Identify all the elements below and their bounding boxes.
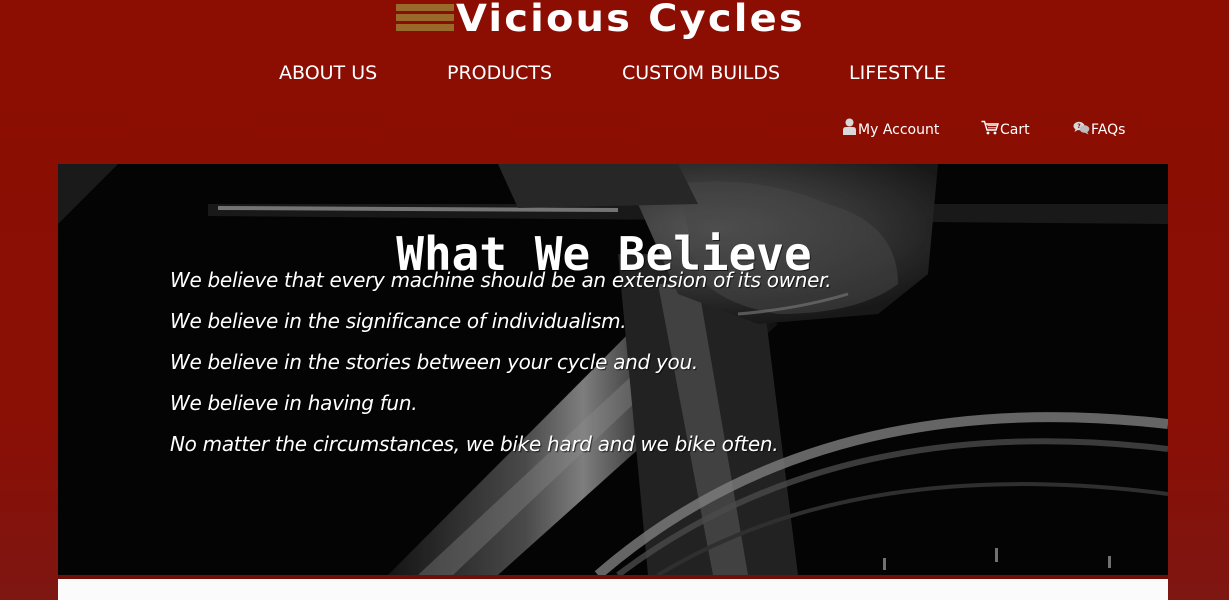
nav-about-us[interactable]: ABOUT US [279, 62, 377, 84]
my-account-link[interactable]: My Account [842, 118, 939, 138]
cart-label: Cart [1000, 122, 1030, 138]
chat-bubbles-icon: ? [1073, 121, 1090, 135]
hero-banner: What We Believe We believe that every ma… [58, 164, 1168, 575]
faqs-label: FAQs [1091, 122, 1126, 138]
svg-text:?: ? [1077, 123, 1081, 130]
site-logo[interactable]: Vicious Cycles [0, 0, 1229, 40]
belief-line: We believe in the significance of indivi… [170, 309, 627, 333]
my-account-label: My Account [858, 122, 940, 138]
nav-lifestyle[interactable]: LIFESTYLE [849, 62, 946, 84]
nav-products[interactable]: PRODUCTS [447, 62, 552, 84]
user-icon [843, 118, 856, 135]
belief-line: We believe that every machine should be … [170, 268, 832, 292]
main-navigation: ABOUT US PRODUCTS CUSTOM BUILDS LIFESTYL… [0, 62, 1229, 88]
brand-name: Vicious Cycles [456, 0, 805, 40]
logo-stripes-icon [396, 4, 454, 31]
cart-icon [981, 120, 999, 135]
belief-line: We believe in the stories between your c… [170, 350, 698, 374]
belief-line: No matter the circumstances, we bike har… [170, 432, 779, 456]
content-panel [58, 579, 1168, 600]
belief-line: We believe in having fun. [170, 391, 418, 415]
faqs-link[interactable]: ? FAQs [1073, 118, 1125, 138]
utility-navigation: My Account Cart ? FAQs [0, 118, 1229, 140]
cart-link[interactable]: Cart [981, 118, 1030, 138]
nav-custom-builds[interactable]: CUSTOM BUILDS [622, 62, 780, 84]
beliefs-list: We believe that every machine should be … [170, 260, 832, 465]
